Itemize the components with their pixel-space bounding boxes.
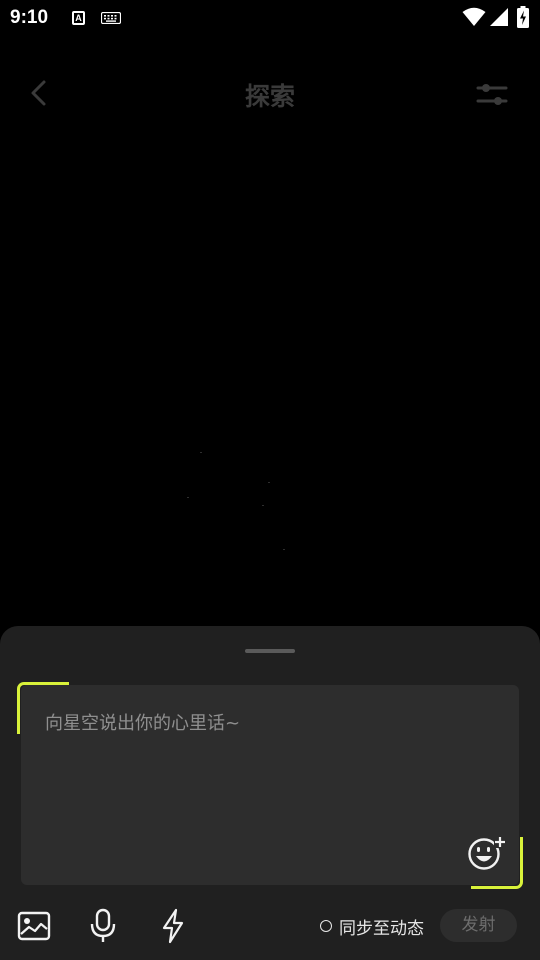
star-dot [187, 497, 189, 498]
radio-icon [320, 920, 332, 932]
page-title: 探索 [244, 82, 295, 111]
a-icon: A [72, 11, 85, 25]
keyboard-icon [101, 12, 121, 24]
battery-charging-icon [517, 6, 529, 28]
message-input[interactable] [45, 709, 465, 859]
wifi-icon [462, 7, 486, 26]
message-input-box [21, 685, 519, 885]
status-time: 9:10 [10, 7, 49, 28]
star-dot [268, 482, 270, 483]
star-dot [262, 505, 264, 506]
sliders-icon[interactable] [474, 80, 510, 110]
microphone-icon[interactable] [89, 908, 117, 944]
image-icon[interactable] [17, 910, 51, 942]
emoji-add-icon[interactable] [467, 835, 507, 871]
sync-to-feed-toggle[interactable]: 同步至动态 [320, 912, 424, 940]
drag-handle[interactable] [245, 649, 295, 653]
lightning-icon[interactable] [160, 908, 186, 944]
star-dot [200, 452, 202, 453]
send-button[interactable]: 发射 [440, 909, 517, 942]
star-dot [283, 549, 285, 550]
signal-icon [490, 8, 508, 26]
corner-accent-top-left [17, 682, 69, 734]
status-bar: 9:10 A [0, 0, 540, 36]
sync-label: 同步至动态 [339, 918, 424, 939]
top-bar: 探索 [0, 60, 540, 124]
